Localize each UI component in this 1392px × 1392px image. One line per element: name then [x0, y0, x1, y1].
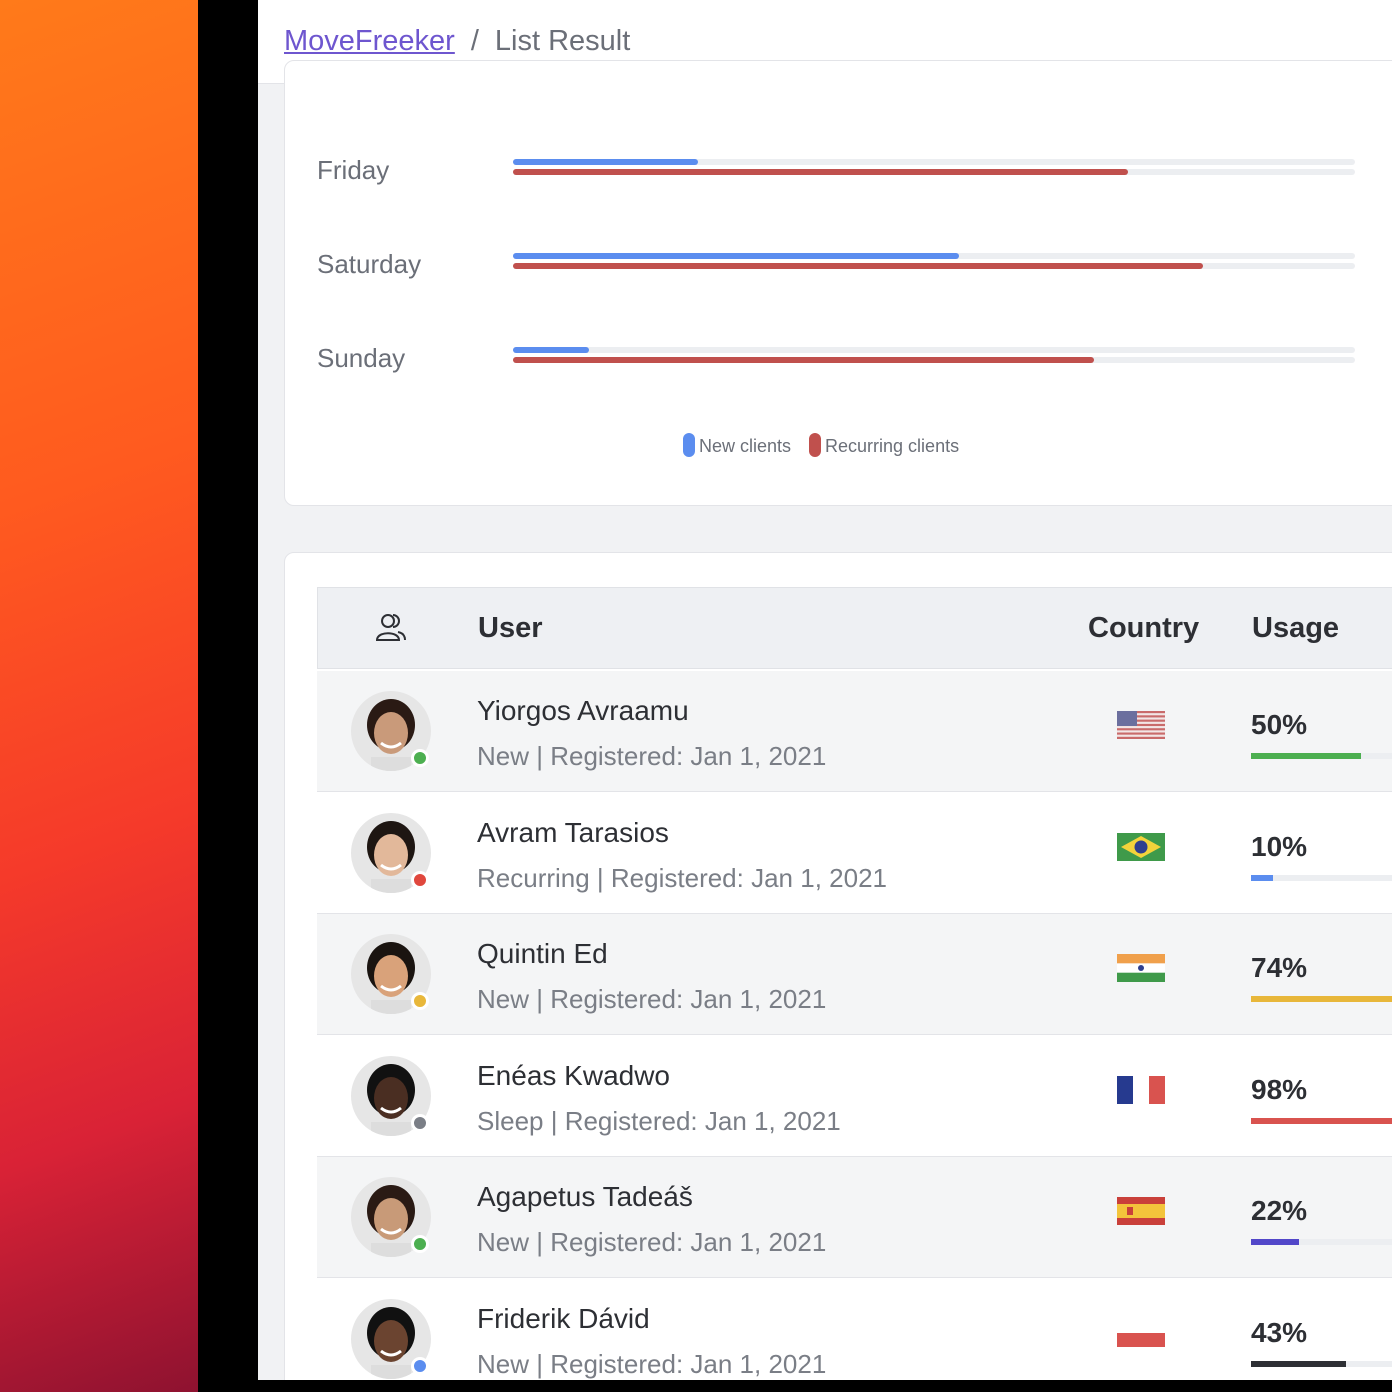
avatar[interactable]	[351, 1298, 431, 1379]
user-name[interactable]: Friderik Dávid	[477, 1303, 650, 1335]
legend-swatch-recurring	[809, 433, 822, 457]
user-name[interactable]: Enéas Kwadwo	[477, 1060, 670, 1092]
user-status-registered: New | Registered: Jan 1, 2021	[477, 1227, 827, 1257]
legend-label-recurring: Recurring clients	[825, 436, 960, 456]
breadcrumb-separator: /	[470, 25, 479, 57]
breadcrumb-home-link[interactable]: MoveFreeker	[284, 25, 455, 58]
usage-percent: 43%	[1251, 1316, 1308, 1348]
usage-bar-fill	[1251, 874, 1273, 881]
avatar[interactable]	[351, 812, 431, 893]
dashboard-window: MoveFreeker / List Result Friday Saturday…	[258, 0, 1392, 1380]
chart-bar-track	[513, 159, 1355, 165]
chart-bar-track	[513, 253, 1355, 259]
usage-bar-track	[1251, 996, 1392, 1002]
status-indicator	[411, 1113, 429, 1132]
chart-bar-recurring-clients[interactable]	[513, 263, 1204, 269]
table-row[interactable]: Agapetus Tadeáš New | Registered: Jan 1, …	[317, 1157, 1392, 1278]
avatar[interactable]	[351, 1177, 431, 1257]
chart-bar-new-clients[interactable]	[513, 159, 699, 165]
chart-bar-track	[513, 263, 1355, 269]
table-row[interactable]: Friderik Dávid New | Registered: Jan 1, 2…	[317, 1279, 1392, 1381]
usage-percent: 22%	[1251, 1195, 1308, 1226]
country-flag-icon	[1117, 1197, 1165, 1225]
usage-bar-track	[1251, 753, 1392, 759]
status-indicator	[411, 992, 429, 1010]
usage-bar-fill	[1251, 996, 1392, 1002]
chart-bar-new-clients[interactable]	[513, 253, 960, 259]
chart-bar-track	[513, 169, 1355, 175]
chart-legend: New clients Recurring clients	[683, 433, 959, 457]
user-name[interactable]: Yiorgos Avraamu	[477, 695, 689, 727]
usage-bar-fill	[1251, 753, 1361, 759]
chart-bar-new-clients[interactable]	[513, 347, 589, 353]
usage-bar-fill	[1251, 1117, 1392, 1124]
user-status-registered: Recurring | Registered: Jan 1, 2021	[477, 862, 887, 893]
chart-bar-track	[513, 357, 1355, 363]
legend-swatch-new	[683, 433, 695, 457]
table-row[interactable]: Enéas Kwadwo Sleep | Registered: Jan 1, 2…	[317, 1036, 1392, 1157]
usage-bar-track	[1251, 1360, 1392, 1367]
usage-bar-track	[1251, 1239, 1392, 1245]
user-status-registered: New | Registered: Jan 1, 2021	[477, 741, 827, 771]
traffic-chart-card: Friday Saturday Sunday New clients Recurri…	[284, 60, 1392, 506]
legend-new-clients[interactable]: New clients	[683, 433, 791, 457]
country-flag-icon	[1117, 711, 1165, 739]
desktop-wallpaper	[0, 0, 198, 1392]
column-header-country[interactable]: Country	[1088, 612, 1199, 645]
country-flag-icon	[1117, 954, 1165, 982]
usage-bar-track	[1251, 874, 1392, 881]
user-status-registered: Sleep | Registered: Jan 1, 2021	[477, 1105, 841, 1136]
window-gap	[198, 0, 258, 1392]
chart-category-label: Saturday	[317, 249, 422, 279]
status-indicator	[411, 1356, 429, 1375]
legend-label-new: New clients	[699, 436, 792, 456]
chart-bar-recurring-clients[interactable]	[513, 169, 1128, 175]
country-flag-icon	[1117, 1075, 1165, 1104]
column-header-user[interactable]: User	[478, 612, 543, 645]
chart-category-label: Sunday	[317, 343, 406, 373]
usage-percent: 10%	[1251, 830, 1308, 862]
usage-bar-fill	[1251, 1360, 1346, 1367]
usage-percent: 98%	[1251, 1073, 1308, 1105]
avatar[interactable]	[351, 934, 431, 1014]
table-header: User Country Usage	[317, 587, 1392, 669]
user-status-registered: New | Registered: Jan 1, 2021	[477, 1348, 827, 1379]
user-name[interactable]: Quintin Ed	[477, 938, 608, 970]
column-header-usage[interactable]: Usage	[1252, 612, 1339, 645]
chart-bar-recurring-clients[interactable]	[513, 357, 1094, 363]
user-status-registered: New | Registered: Jan 1, 2021	[477, 984, 827, 1014]
user-name[interactable]: Agapetus Tadeáš	[477, 1181, 693, 1213]
usage-percent: 74%	[1251, 952, 1308, 983]
usage-bar-track	[1251, 1117, 1392, 1124]
usage-bar-fill	[1251, 1239, 1300, 1245]
table-row[interactable]: Avram Tarasios Recurring | Registered: Ja…	[317, 793, 1392, 914]
status-indicator	[411, 870, 429, 889]
user-name[interactable]: Avram Tarasios	[477, 817, 669, 849]
avatar[interactable]	[351, 1055, 431, 1136]
country-flag-icon	[1117, 832, 1165, 861]
status-indicator	[411, 749, 429, 767]
legend-recurring-clients[interactable]: Recurring clients	[809, 433, 959, 457]
breadcrumb-current: List Result	[494, 25, 631, 57]
users-table-card: User Country Usage Yiorgos Avraamu New | …	[284, 552, 1392, 1380]
users-icon	[374, 610, 408, 652]
table-row[interactable]: Yiorgos Avraamu New | Registered: Jan 1, …	[317, 671, 1392, 792]
table-row[interactable]: Quintin Ed New | Registered: Jan 1, 2021 7…	[317, 914, 1392, 1035]
chart-bar-track	[513, 347, 1355, 353]
chart-category-label: Friday	[317, 155, 390, 185]
status-indicator	[411, 1235, 429, 1253]
usage-percent: 50%	[1251, 709, 1308, 740]
country-flag-icon	[1117, 1318, 1165, 1347]
avatar[interactable]	[351, 691, 431, 771]
